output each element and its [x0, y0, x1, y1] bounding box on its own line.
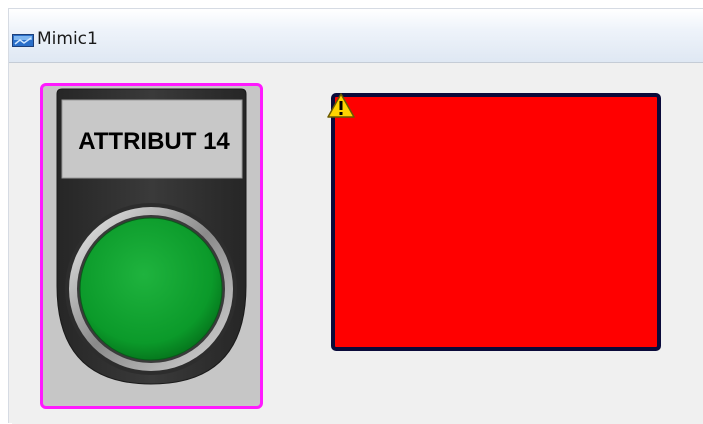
window-title: Mimic1 [37, 29, 98, 49]
pushbutton-label: ATTRIBUT 14 [78, 128, 230, 155]
mimic-canvas: ATTRIBUT 14 [12, 65, 703, 424]
warning-icon [327, 93, 355, 118]
pushbutton-widget[interactable]: ATTRIBUT 14 [40, 83, 263, 409]
mimic-window: Mimic1 ATTRIBUT 14 [8, 8, 703, 424]
pushbutton-lamp [79, 217, 223, 361]
mimic-window-icon [12, 34, 34, 47]
window-titlebar[interactable]: Mimic1 [9, 9, 703, 63]
alarm-rectangle[interactable] [331, 93, 661, 351]
